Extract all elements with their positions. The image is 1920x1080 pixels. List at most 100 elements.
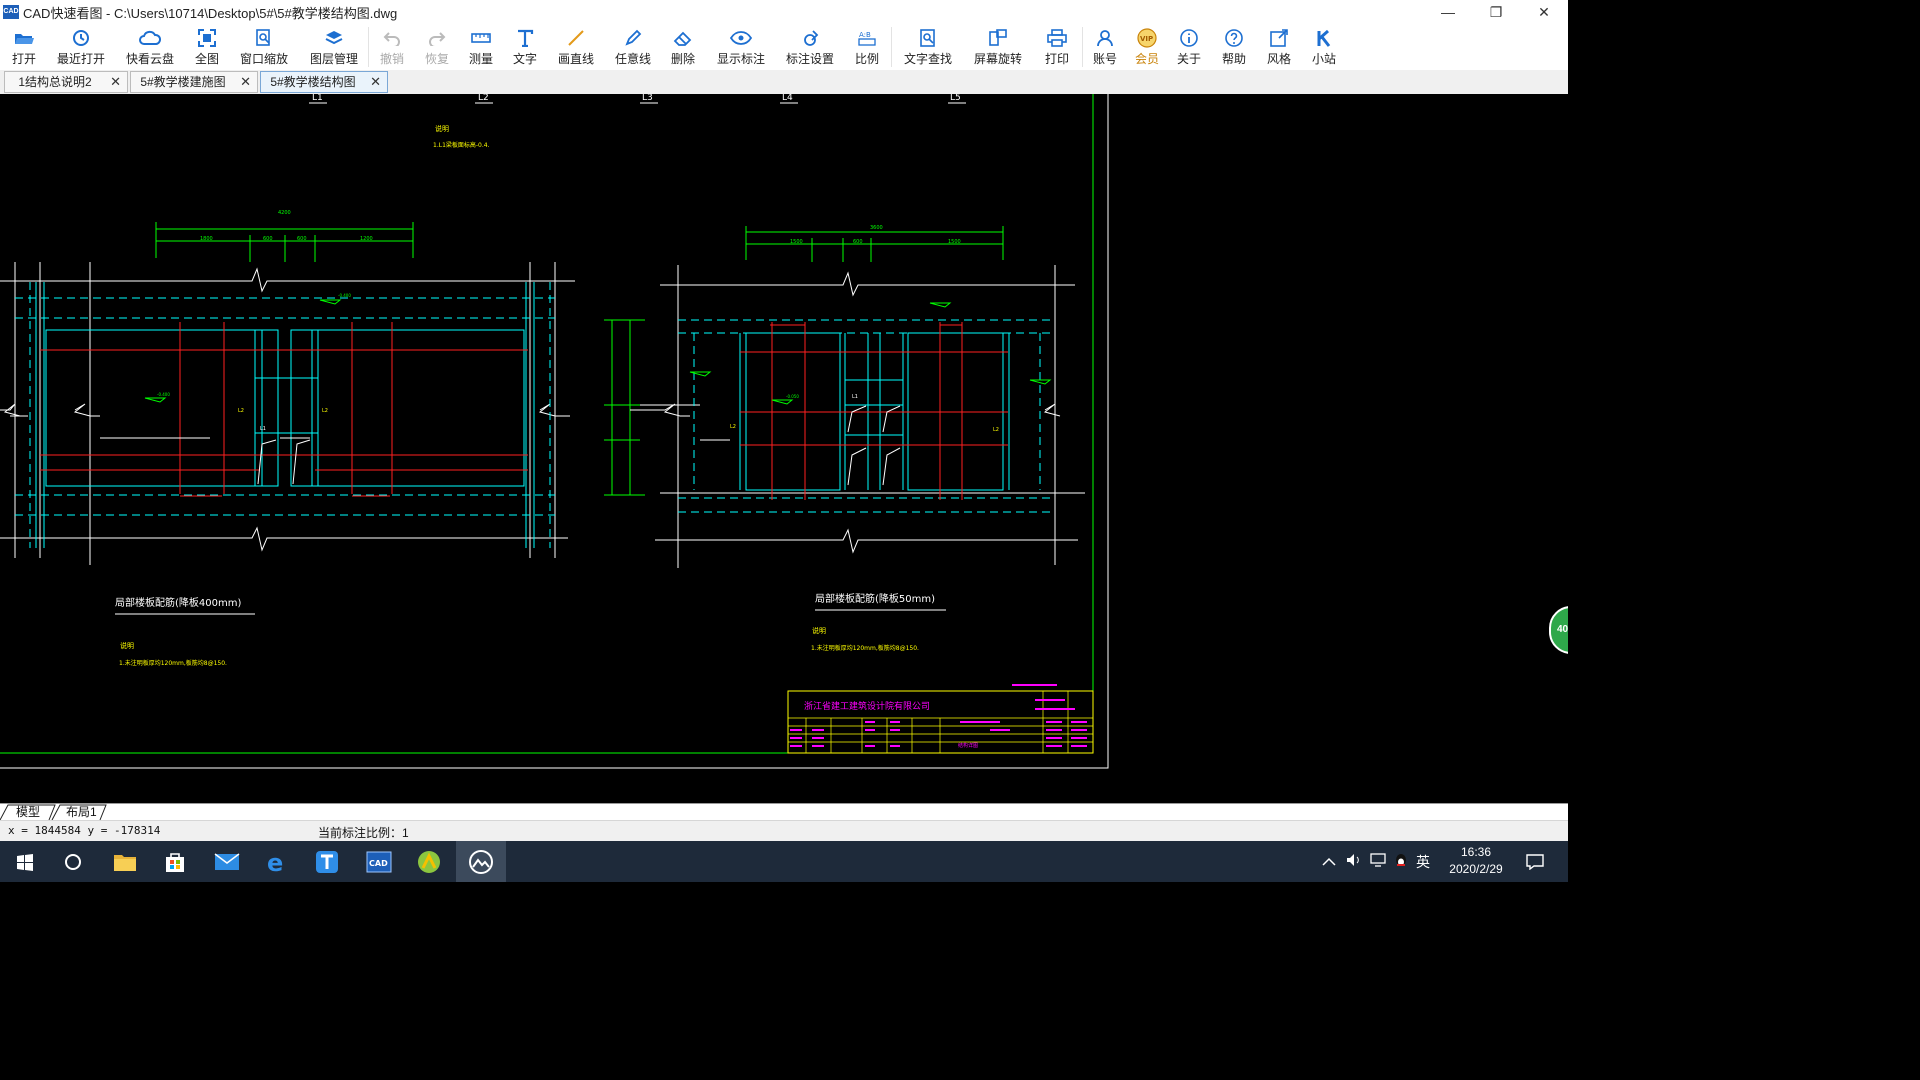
undo-button[interactable]: 撤销 <box>369 24 415 70</box>
redo-button[interactable]: 恢复 <box>415 24 459 70</box>
dim-part: 1500 <box>948 239 961 245</box>
eraser-icon <box>673 28 693 48</box>
fit-all-label: 全图 <box>194 52 219 66</box>
dim-settings-button[interactable]: 标注设置 <box>777 24 843 70</box>
cortana-icon <box>65 853 81 870</box>
measure-button[interactable]: 测量 <box>459 24 503 70</box>
ime-indicator[interactable]: 英 <box>1416 852 1430 872</box>
ratio-icon: A:B <box>857 28 877 48</box>
window-zoom-button[interactable]: 窗口缩放 <box>228 24 300 70</box>
freehand-label: 任意线 <box>614 52 651 66</box>
style-label: 风格 <box>1266 52 1291 66</box>
dim-part: 1500 <box>790 239 803 245</box>
rotate-button[interactable]: 屏幕旋转 <box>964 24 1032 70</box>
restore-button[interactable]: ❐ <box>1472 0 1520 24</box>
search-button[interactable] <box>48 841 98 882</box>
green-circle-app-icon <box>418 850 440 873</box>
folder-open-icon <box>14 28 34 48</box>
settings-pen-icon <box>801 28 819 48</box>
text-search-button[interactable]: 文字查找 <box>892 24 964 70</box>
tab-close-icon[interactable]: ✕ <box>240 72 251 92</box>
account-button[interactable]: 账号 <box>1083 24 1127 70</box>
tab-model[interactable]: 模型 <box>16 805 40 820</box>
site-button[interactable]: 小站 <box>1301 24 1347 70</box>
tab-close-icon[interactable]: ✕ <box>370 72 381 92</box>
taskbar-explorer[interactable] <box>100 841 150 882</box>
level-mark <box>144 397 167 403</box>
speaker-icon[interactable] <box>1346 853 1362 870</box>
dim-part: 600 <box>297 236 307 242</box>
store-icon <box>166 852 184 872</box>
close-button[interactable]: ✕ <box>1520 0 1568 24</box>
tab-close-icon[interactable]: ✕ <box>110 72 121 92</box>
taskbar-edge[interactable]: e <box>252 841 302 882</box>
svg-text:e: e <box>267 850 283 874</box>
recent-button[interactable]: 最近打开 <box>48 24 114 70</box>
note-right: 1.未注明板厚均120mm,板筋均8@150. <box>811 644 919 652</box>
external-style-icon <box>1270 28 1288 48</box>
tab-structure-notes[interactable]: 1结构总说明2 ✕ <box>4 71 128 93</box>
cad-drawing: L1 L2 L3 L4 L5 说明 1.L1梁板面标高-0.4. 4200 18… <box>0 94 1109 769</box>
sheet-inner-frame <box>0 94 1094 754</box>
tab-structural[interactable]: 5#教学楼结构图 ✕ <box>260 71 388 93</box>
start-button[interactable] <box>0 841 50 882</box>
right-detail-title: 局部楼板配筋(降板50mm) <box>815 592 935 605</box>
qq-penguin-icon[interactable] <box>1394 852 1408 871</box>
dim-total: 3600 <box>870 225 883 231</box>
dim-part: 1800 <box>200 236 213 242</box>
fit-all-button[interactable]: 全图 <box>186 24 228 70</box>
erase-button[interactable]: 删除 <box>661 24 705 70</box>
beam-label: L2 <box>322 408 328 414</box>
system-clock[interactable]: 16:36 2020/2/29 <box>1444 844 1508 878</box>
taskbar-mail[interactable] <box>202 841 252 882</box>
ratio-label: 比例 <box>854 52 879 66</box>
taskbar-green-app[interactable] <box>404 841 454 882</box>
drawing-canvas[interactable]: L1 L2 L3 L4 L5 说明 1.L1梁板面标高-0.4. 4200 18… <box>0 94 1568 803</box>
fullscreen-icon <box>198 28 216 48</box>
document-tabbar: 1结构总说明2 ✕ 5#教学楼建施图 ✕ 5#教学楼结构图 ✕ <box>0 70 1568 95</box>
edge-icon: e <box>267 850 283 874</box>
svg-text:A:B: A:B <box>859 31 871 39</box>
account-label: 账号 <box>1092 52 1117 66</box>
open-button[interactable]: 打开 <box>0 24 48 70</box>
title-block: 浙江省建工建筑设计院有限公司 结构详图 <box>787 684 1094 754</box>
clock-time: 16:36 <box>1460 845 1492 859</box>
beam-label: L2 <box>238 408 244 414</box>
chevron-up-icon[interactable] <box>1322 854 1336 870</box>
layers-button[interactable]: 图层管理 <box>300 24 368 70</box>
cloud-icon <box>139 28 161 48</box>
text-icon <box>516 28 534 48</box>
taskbar-cad[interactable]: CAD <box>354 841 404 882</box>
printer-icon <box>1047 28 1067 48</box>
print-button[interactable]: 打印 <box>1032 24 1082 70</box>
vip-label: 会员 <box>1134 52 1159 66</box>
freehand-button[interactable]: 任意线 <box>605 24 661 70</box>
minimize-button[interactable]: — <box>1424 0 1472 24</box>
tab-label: 5#教学楼结构图 <box>270 75 356 89</box>
tab-layout1[interactable]: 布局1 <box>66 805 97 820</box>
cloud-button[interactable]: 快看云盘 <box>114 24 186 70</box>
style-button[interactable]: 风格 <box>1257 24 1301 70</box>
zoom-window-icon <box>255 28 273 48</box>
taskbar-viewer-active[interactable] <box>456 841 506 882</box>
text-button[interactable]: 文字 <box>503 24 547 70</box>
ratio-button[interactable]: A:B 比例 <box>843 24 891 70</box>
notification-button[interactable] <box>1512 841 1558 882</box>
taskbar-text-app[interactable] <box>302 841 352 882</box>
about-button[interactable]: 关于 <box>1167 24 1211 70</box>
level-mark <box>689 371 712 377</box>
dim-part: 600 <box>853 239 863 245</box>
level-mark-text: -0.400 <box>157 392 170 397</box>
undo-label: 撤销 <box>379 52 404 66</box>
draw-line-button[interactable]: 画直线 <box>547 24 605 70</box>
help-button[interactable]: 帮助 <box>1211 24 1257 70</box>
dim-total: 4200 <box>278 210 291 216</box>
show-dims-button[interactable]: 显示标注 <box>705 24 777 70</box>
vip-button[interactable]: VIP 会员 <box>1127 24 1167 70</box>
tab-label: 5#教学楼建施图 <box>140 75 226 89</box>
tab-architectural[interactable]: 5#教学楼建施图 ✕ <box>130 71 258 93</box>
taskbar-store[interactable] <box>150 841 200 882</box>
network-icon[interactable] <box>1370 853 1386 870</box>
text-label: 文字 <box>512 52 537 66</box>
pen-icon <box>624 28 642 48</box>
